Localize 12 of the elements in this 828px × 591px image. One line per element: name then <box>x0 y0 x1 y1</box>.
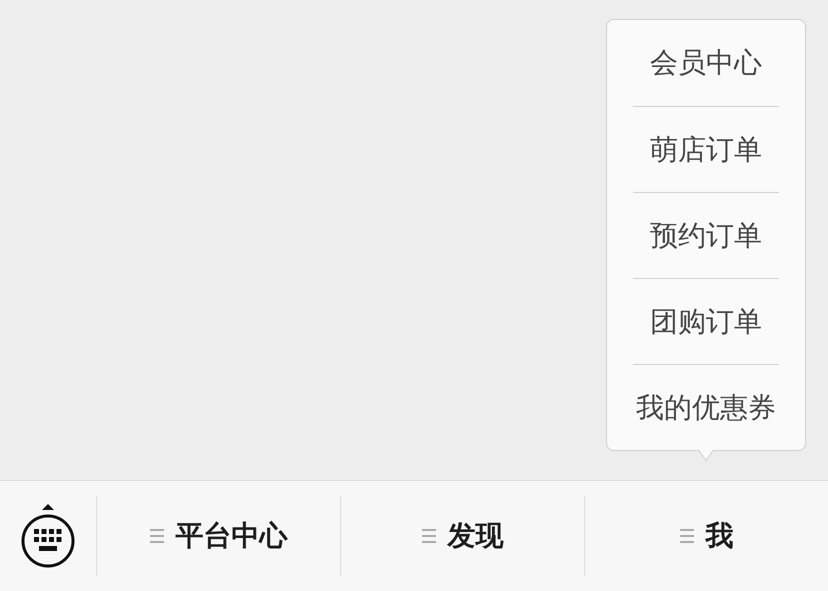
tab-label[interactable]: 发现 <box>448 517 504 555</box>
menu-item[interactable]: 萌店订单 <box>633 106 779 192</box>
keyboard-icon[interactable] <box>20 502 76 570</box>
menu-icon <box>422 528 436 544</box>
menu-item[interactable]: 团购订单 <box>633 278 779 364</box>
menu-item[interactable]: 预约订单 <box>633 192 779 278</box>
menu-icon <box>680 528 694 544</box>
tab-label[interactable]: 我 <box>706 517 734 555</box>
menu-icon <box>150 528 164 544</box>
menu-item[interactable]: 会员中心 <box>633 20 779 106</box>
tab-label[interactable]: 平台中心 <box>176 517 288 555</box>
menu-item[interactable]: 我的优惠券 <box>633 364 779 450</box>
